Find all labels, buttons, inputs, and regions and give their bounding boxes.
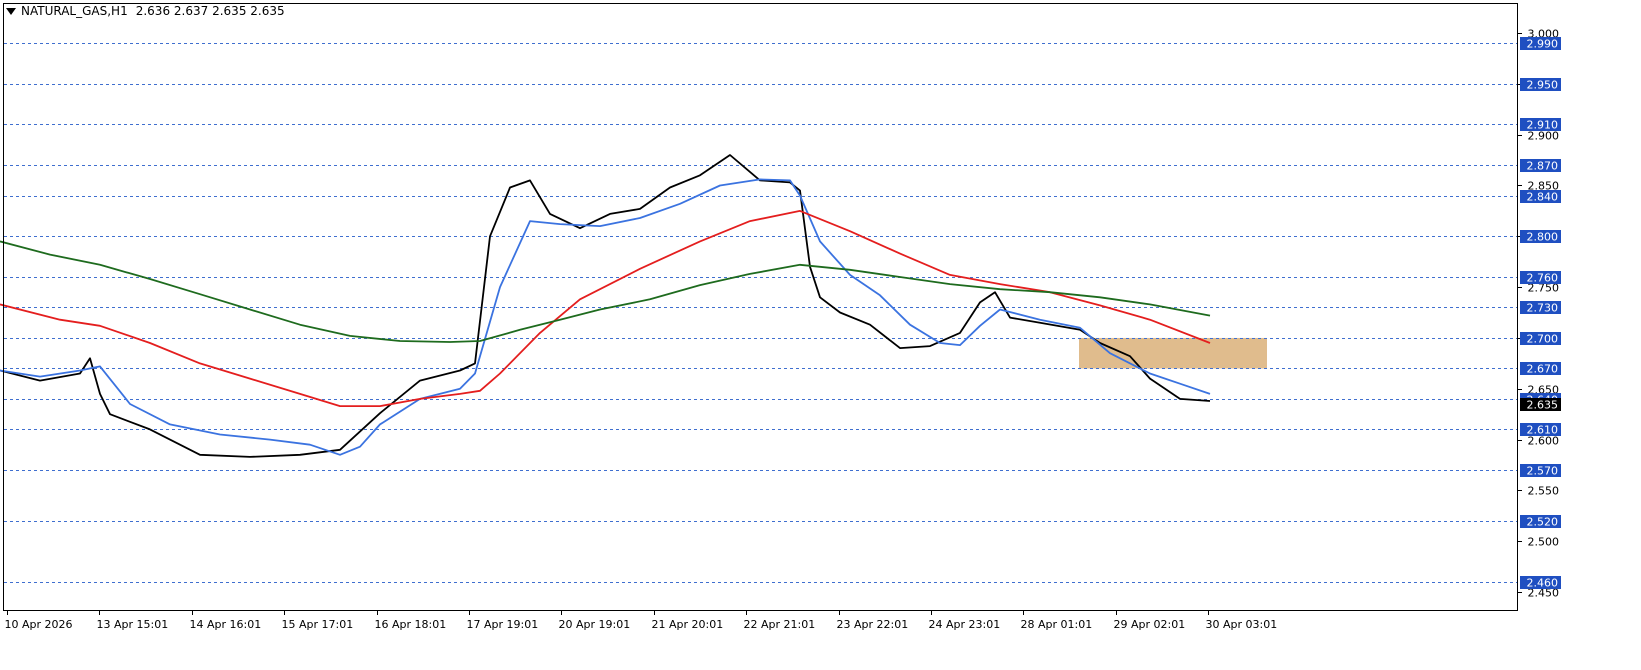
x-tick-label: 29 Apr 02:01 <box>1114 618 1186 631</box>
level-price-text: 2.570 <box>1527 465 1559 478</box>
x-tick-label: 14 Apr 16:01 <box>190 618 262 631</box>
x-tick-label: 28 Apr 01:01 <box>1021 618 1093 631</box>
supply-zone <box>1079 337 1267 369</box>
x-tick-label: 24 Apr 23:01 <box>929 618 1001 631</box>
level-price-text: 2.870 <box>1527 160 1559 173</box>
x-tick-label: 21 Apr 20:01 <box>652 618 724 631</box>
level-price-text: 2.800 <box>1527 231 1559 244</box>
level-price-text: 2.670 <box>1527 363 1559 376</box>
ohlc-open: 2.636 <box>135 4 171 18</box>
level-price-text: 2.840 <box>1527 191 1559 204</box>
x-tick-label: 15 Apr 17:01 <box>282 618 354 631</box>
x-tick-label: 23 Apr 22:01 <box>837 618 909 631</box>
collapse-triangle-icon[interactable] <box>6 7 16 15</box>
x-tick-label: 20 Apr 19:01 <box>559 618 631 631</box>
x-tick-label: 30 Apr 03:01 <box>1206 618 1278 631</box>
chart-header: NATURAL_GAS,H1 2.636 2.637 2.635 2.635 <box>6 4 285 18</box>
level-price-text: 2.760 <box>1527 272 1559 285</box>
level-price-text: 2.700 <box>1527 333 1559 346</box>
ohlc-low: 2.635 <box>212 4 247 18</box>
ohlc-high: 2.637 <box>173 4 209 18</box>
price-chart[interactable]: 3.0002.9502.9002.8502.8002.7502.7002.650… <box>0 0 1641 666</box>
x-tick-label: 10 Apr 2026 <box>5 618 73 631</box>
level-price-text: 2.950 <box>1527 79 1559 92</box>
current-price-text: 2.635 <box>1527 399 1559 412</box>
symbol-label: NATURAL_GAS,H1 <box>21 4 128 18</box>
x-tick-label: 16 Apr 18:01 <box>375 618 447 631</box>
level-price-text: 2.610 <box>1527 424 1559 437</box>
ohlc-close: 2.635 <box>250 4 285 18</box>
level-price-text: 2.520 <box>1527 516 1559 529</box>
level-price-text: 2.910 <box>1527 119 1559 132</box>
y-tick-label: 2.550 <box>1528 485 1560 498</box>
x-tick-label: 13 Apr 15:01 <box>97 618 169 631</box>
level-price-text: 2.730 <box>1527 302 1559 315</box>
chart-root: 3.0002.9502.9002.8502.8002.7502.7002.650… <box>0 0 1641 666</box>
x-tick-label: 17 Apr 19:01 <box>467 618 539 631</box>
y-tick-label: 2.500 <box>1528 536 1560 549</box>
level-price-text: 2.990 <box>1527 38 1559 51</box>
level-price-text: 2.460 <box>1527 577 1559 590</box>
x-tick-label: 22 Apr 21:01 <box>744 618 816 631</box>
